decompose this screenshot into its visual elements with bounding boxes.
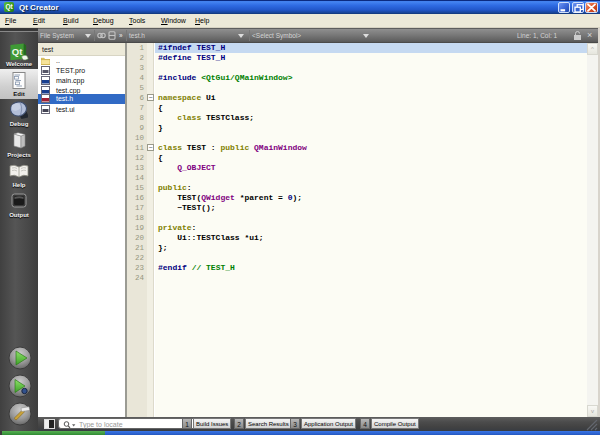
svg-text:Qt: Qt: [12, 46, 23, 57]
